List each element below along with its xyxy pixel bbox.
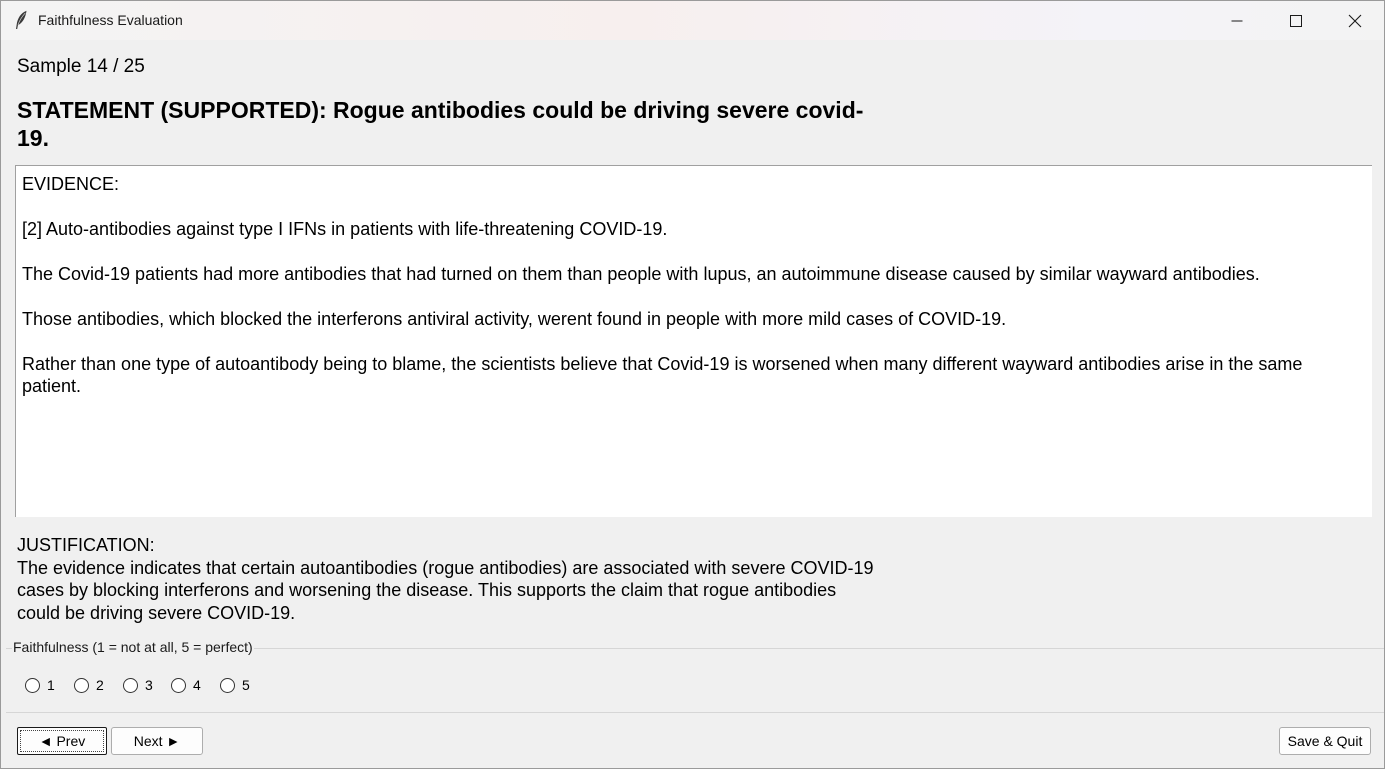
rating-radio-2[interactable]: 2 <box>74 677 104 693</box>
rating-radio-3[interactable]: 3 <box>123 677 153 693</box>
justification-block: JUSTIFICATION: The evidence indicates th… <box>17 534 877 624</box>
radio-button-icon <box>220 677 235 693</box>
evidence-text-area[interactable]: EVIDENCE: [2] Auto-antibodies against ty… <box>15 165 1372 517</box>
save-quit-button[interactable]: Save & Quit <box>1279 727 1371 755</box>
feather-icon <box>14 10 28 30</box>
radio-button-icon <box>171 677 186 693</box>
rating-legend: Faithfulness (1 = not at all, 5 = perfec… <box>12 639 254 655</box>
rating-option-label: 5 <box>242 677 250 693</box>
rating-option-label: 4 <box>193 677 201 693</box>
evidence-paragraph: Rather than one type of autoantibody bei… <box>22 354 1303 396</box>
maximize-icon <box>1290 14 1302 27</box>
rating-option-label: 1 <box>47 677 55 693</box>
justification-text: The evidence indicates that certain auto… <box>17 557 874 623</box>
close-icon <box>1348 14 1362 28</box>
radio-button-icon <box>74 677 89 693</box>
rating-radio-5[interactable]: 5 <box>220 677 250 693</box>
window-title: Faithfulness Evaluation <box>38 12 183 28</box>
prev-button[interactable]: ◄ Prev <box>17 727 107 755</box>
prev-button-label: ◄ Prev <box>38 733 86 749</box>
rating-radio-4[interactable]: 4 <box>171 677 201 693</box>
faithfulness-rating-group: Faithfulness (1 = not at all, 5 = perfec… <box>6 639 1384 713</box>
justification-heading: JUSTIFICATION: <box>17 535 155 555</box>
title-bar: Faithfulness Evaluation <box>1 1 1384 40</box>
next-button[interactable]: Next ► <box>111 727 203 755</box>
radio-button-icon <box>123 677 138 693</box>
minimize-button[interactable] <box>1208 1 1266 40</box>
close-button[interactable] <box>1326 1 1384 40</box>
app-window: Faithfulness Evaluation Sample 14 / 25 S… <box>0 0 1385 769</box>
save-quit-button-label: Save & Quit <box>1287 733 1363 749</box>
evidence-paragraph: Those antibodies, which blocked the inte… <box>22 309 1007 329</box>
radio-button-icon <box>25 677 40 693</box>
maximize-button[interactable] <box>1267 1 1325 40</box>
sample-counter: Sample 14 / 25 <box>17 56 145 77</box>
rating-option-label: 3 <box>145 677 153 693</box>
statement-heading: STATEMENT (SUPPORTED): Rogue antibodies … <box>17 97 864 151</box>
evidence-paragraph: The Covid-19 patients had more antibodie… <box>22 264 1260 284</box>
evidence-heading: EVIDENCE: <box>22 174 120 194</box>
rating-option-label: 2 <box>96 677 104 693</box>
next-button-label: Next ► <box>133 733 181 749</box>
minimize-icon <box>1231 15 1243 27</box>
rating-radio-1[interactable]: 1 <box>25 677 55 693</box>
evidence-paragraph: [2] Auto-antibodies against type I IFNs … <box>22 219 668 239</box>
